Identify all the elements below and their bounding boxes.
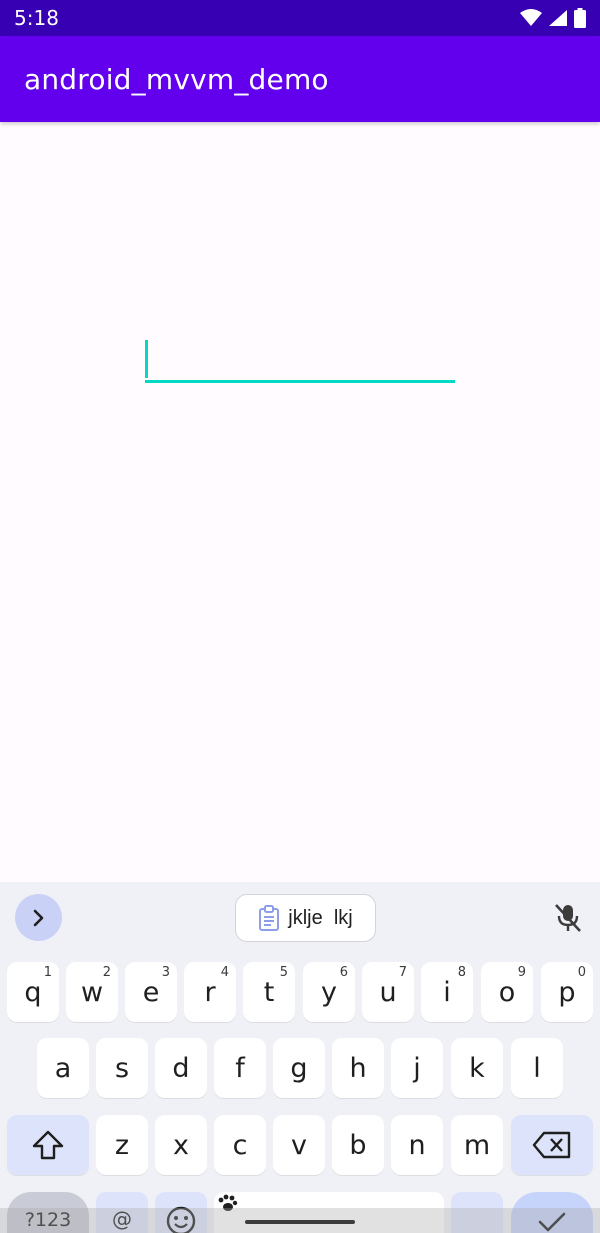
key-label: m [463, 1129, 491, 1161]
suggestion-strip: jklje lkj [0, 882, 600, 954]
key-label: d [172, 1052, 190, 1084]
key-x[interactable]: x [155, 1115, 207, 1175]
key-hint: 7 [398, 965, 407, 980]
clipboard-suggestion-chip[interactable]: jklje lkj [235, 894, 376, 942]
backspace-key[interactable] [511, 1115, 593, 1175]
app-bar: android_mvvm_demo [0, 36, 600, 122]
key-g[interactable]: g [273, 1038, 325, 1098]
key-hint: 6 [339, 965, 348, 980]
key-p[interactable]: p 0 [541, 962, 593, 1022]
key-o[interactable]: o 9 [481, 962, 533, 1022]
backspace-icon [532, 1131, 571, 1159]
key-label: x [173, 1129, 189, 1161]
key-label: u [379, 976, 397, 1008]
status-time: 5:18 [14, 6, 59, 30]
key-label: h [349, 1052, 367, 1084]
key-label: w [80, 976, 104, 1008]
expand-toolbar-button[interactable] [15, 894, 62, 941]
key-l[interactable]: l [511, 1038, 563, 1098]
main-content [0, 122, 600, 882]
key-label: j [413, 1052, 421, 1084]
key-n[interactable]: n [391, 1115, 443, 1175]
key-label: n [408, 1129, 426, 1161]
key-label: y [321, 976, 337, 1008]
text-cursor [145, 340, 148, 378]
home-gesture-handle[interactable] [245, 1220, 355, 1224]
key-label: i [443, 976, 451, 1008]
voice-input-button[interactable] [548, 898, 588, 938]
key-t[interactable]: t 5 [243, 962, 295, 1022]
key-label: f [235, 1052, 245, 1084]
mic-off-icon [555, 904, 581, 932]
key-y[interactable]: y 6 [303, 962, 355, 1022]
key-label: t [263, 976, 275, 1008]
key-u[interactable]: u 7 [362, 962, 414, 1022]
clipboard-suggestion-text: jklje lkj [288, 906, 353, 929]
battery-icon [574, 8, 586, 28]
wifi-icon [520, 9, 542, 26]
key-label: z [114, 1129, 130, 1161]
key-d[interactable]: d [155, 1038, 207, 1098]
chevron-right-icon [33, 909, 43, 926]
shift-icon [32, 1130, 64, 1160]
soft-keyboard: jklje lkj q 1 w 2 e 3 r 4 t 5 y 6 u 7 i … [0, 882, 600, 1233]
key-c[interactable]: c [214, 1115, 266, 1175]
key-label: s [114, 1052, 130, 1084]
key-hint: 4 [220, 965, 229, 980]
key-s[interactable]: s [96, 1038, 148, 1098]
cell-signal-icon [549, 10, 567, 26]
key-hint: 0 [577, 965, 586, 980]
key-k[interactable]: k [451, 1038, 503, 1098]
key-hint: 2 [102, 965, 111, 980]
key-e[interactable]: e 3 [125, 962, 177, 1022]
key-hint: 9 [517, 965, 526, 980]
key-h[interactable]: h [332, 1038, 384, 1098]
key-q[interactable]: q 1 [7, 962, 59, 1022]
status-icons [520, 8, 586, 28]
key-j[interactable]: j [391, 1038, 443, 1098]
key-hint: 5 [279, 965, 288, 980]
key-hint: 3 [161, 965, 170, 980]
key-a[interactable]: a [37, 1038, 89, 1098]
key-f[interactable]: f [214, 1038, 266, 1098]
key-label: l [533, 1052, 541, 1084]
key-label: o [498, 976, 516, 1008]
status-bar: 5:18 [0, 0, 600, 36]
app-title: android_mvvm_demo [24, 62, 329, 96]
key-i[interactable]: i 8 [421, 962, 473, 1022]
key-label: a [54, 1052, 72, 1084]
key-v[interactable]: v [273, 1115, 325, 1175]
key-label: q [24, 976, 42, 1008]
key-b[interactable]: b [332, 1115, 384, 1175]
key-label: g [290, 1052, 308, 1084]
key-hint: 8 [457, 965, 466, 980]
clipboard-icon [259, 905, 280, 931]
key-hint: 1 [43, 965, 52, 980]
key-label: e [142, 976, 160, 1008]
key-z[interactable]: z [96, 1115, 148, 1175]
key-label: b [349, 1129, 367, 1161]
key-r[interactable]: r 4 [184, 962, 236, 1022]
key-label: c [232, 1129, 248, 1161]
key-label: v [291, 1129, 307, 1161]
key-label: r [204, 976, 216, 1008]
text-input[interactable] [145, 337, 455, 383]
key-w[interactable]: w 2 [66, 962, 118, 1022]
key-m[interactable]: m [451, 1115, 503, 1175]
key-label: k [469, 1052, 485, 1084]
shift-key[interactable] [7, 1115, 89, 1175]
key-label: p [558, 976, 576, 1008]
